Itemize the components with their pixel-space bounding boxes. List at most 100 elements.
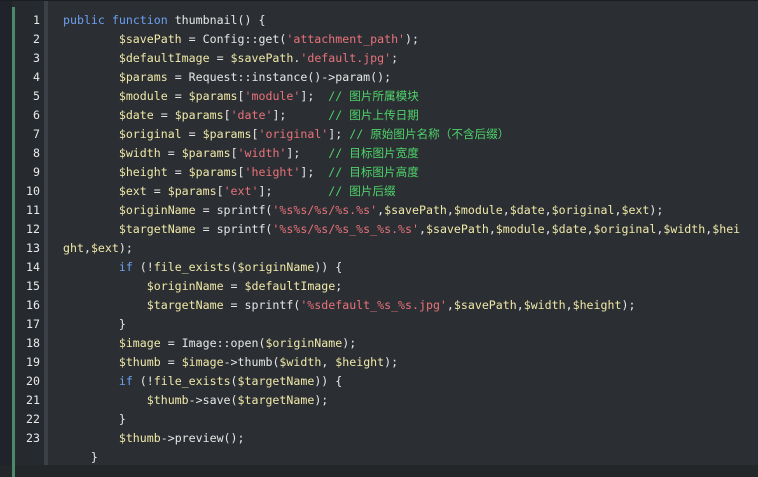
- code-text[interactable]: $targetName = sprintf('%s%s/%s/%s_%s_%s.…: [63, 220, 752, 239]
- code-text[interactable]: $ext = $params['ext']; // 图片后缀: [63, 182, 752, 201]
- code-token: thumbnail() {: [174, 13, 266, 27]
- variable-token: $ext: [118, 184, 147, 198]
- variable-token: $params: [202, 127, 252, 141]
- code-token: }: [90, 450, 98, 464]
- code-line[interactable]: 3 $defaultImage = $savePath.'default.jpg…: [0, 49, 758, 68]
- variable-token: $savePath: [118, 32, 182, 46]
- code-text[interactable]: $savePath = Config::get('attachment_path…: [63, 30, 752, 49]
- code-text[interactable]: public function thumbnail() {: [63, 11, 752, 30]
- code-line[interactable]: 12 $targetName = sprintf('%s%s/%s/%s_%s_…: [0, 220, 758, 239]
- line-number: 3: [33, 51, 40, 65]
- code-line[interactable]: 15 $originName = $defaultImage;: [0, 277, 758, 296]
- code-text[interactable]: if (!file_exists($originName)) {: [63, 258, 752, 277]
- code-line[interactable]: 4 $params = Request::instance()->param()…: [0, 68, 758, 87]
- code-line[interactable]: 19 $thumb = $image->thumb($width, $heigh…: [0, 353, 758, 372]
- code-line[interactable]: 20 if (!file_exists($targetName)) {: [0, 372, 758, 391]
- code-line[interactable]: 13 ght,$ext);: [0, 239, 758, 258]
- line-number: 9: [33, 165, 40, 179]
- code-line[interactable]: 22 }: [0, 410, 758, 429]
- code-token: [: [237, 165, 245, 179]
- code-token: = sprintf(: [195, 203, 273, 217]
- variable-token: $original: [118, 127, 182, 141]
- variable-token: $savePath: [453, 298, 517, 312]
- code-text[interactable]: $original = $params['original']; // 原始图片…: [63, 125, 752, 144]
- code-line[interactable]: 2 $savePath = Config::get('attachment_pa…: [0, 30, 758, 49]
- code-token: );: [384, 355, 399, 369]
- code-text[interactable]: ght,$ext);: [63, 239, 752, 258]
- code-token: ];: [272, 108, 329, 122]
- variable-token: $original: [551, 203, 615, 217]
- code-text[interactable]: $thumb = $image->thumb($width, $height);: [63, 353, 752, 372]
- code-line[interactable]: 8 $width = $params['width']; // 目标图片宽度: [0, 144, 758, 163]
- code-line[interactable]: 7 $original = $params['original']; // 原始…: [0, 125, 758, 144]
- line-number: 20: [26, 374, 40, 388]
- code-text[interactable]: $height = $params['height']; // 目标图片高度: [63, 163, 752, 182]
- variable-token: $module: [118, 89, 168, 103]
- code-text[interactable]: $image = Image::open($originName);: [63, 334, 752, 353]
- code-token: ,: [446, 298, 454, 312]
- code-token: =: [160, 146, 182, 160]
- code-token: )) {: [314, 260, 343, 274]
- code-text[interactable]: }: [63, 410, 752, 429]
- code-text[interactable]: $originName = sprintf('%s%s/%s/%s.%s',$s…: [63, 201, 752, 220]
- code-token: (!: [132, 374, 154, 388]
- code-text[interactable]: $defaultImage = $savePath.'default.jpg';: [63, 49, 752, 68]
- code-token: }: [118, 412, 126, 426]
- code-text[interactable]: $thumb->save($targetName);: [63, 391, 752, 410]
- variable-token: $image: [181, 355, 224, 369]
- code-token: ;: [335, 279, 343, 293]
- code-token: = Image::open(: [160, 336, 266, 350]
- line-number: 7: [33, 127, 40, 141]
- code-text[interactable]: }: [63, 448, 752, 467]
- code-lines[interactable]: 1 public function thumbnail() {2 $savePat…: [0, 11, 758, 467]
- variable-token: $module: [453, 203, 503, 217]
- code-token: =: [209, 51, 231, 65]
- code-text[interactable]: $thumb->preview();: [63, 429, 752, 448]
- variable-token: $date: [118, 108, 154, 122]
- code-token: );: [342, 336, 357, 350]
- code-text[interactable]: $params = Request::instance()->param();: [63, 68, 752, 87]
- string-token: '%sdefault_%s_%s.jpg': [300, 298, 447, 312]
- line-number: 21: [26, 393, 40, 407]
- code-line[interactable]: 21 $thumb->save($targetName);: [0, 391, 758, 410]
- code-line[interactable]: 6 $date = $params['date']; // 图片上传日期: [0, 106, 758, 125]
- code-text[interactable]: if (!file_exists($targetName)) {: [63, 372, 752, 391]
- variable-token: $thumb: [118, 355, 161, 369]
- code-text[interactable]: }: [63, 315, 752, 334]
- code-text[interactable]: $date = $params['date']; // 图片上传日期: [63, 106, 752, 125]
- code-line[interactable]: 16 $targetName = sprintf('%sdefault_%s_%…: [0, 296, 758, 315]
- code-line[interactable]: 17 }: [0, 315, 758, 334]
- code-text[interactable]: $targetName = sprintf('%sdefault_%s_%s.j…: [63, 296, 752, 315]
- line-number: 6: [33, 108, 40, 122]
- comment-token: // 目标图片宽度: [328, 146, 419, 160]
- code-token: ];: [286, 146, 329, 160]
- line-number: 12: [26, 222, 40, 236]
- string-token: '%s%s/%s/%s_%s_%s.%s': [272, 222, 419, 236]
- string-token: 'width': [237, 146, 287, 160]
- variable-token: $originName: [237, 260, 315, 274]
- code-token: ,: [565, 298, 573, 312]
- code-text[interactable]: $originName = $defaultImage;: [63, 277, 752, 296]
- line-number: 10: [26, 184, 40, 198]
- code-line[interactable]: 11 $originName = sprintf('%s%s/%s/%s.%s'…: [0, 201, 758, 220]
- code-text[interactable]: $width = $params['width']; // 目标图片宽度: [63, 144, 752, 163]
- code-token: = Request::instance()->param();: [167, 70, 392, 84]
- code-text[interactable]: $module = $params['module']; // 图片所属模块: [63, 87, 752, 106]
- code-editor[interactable]: 1 public function thumbnail() {2 $savePat…: [0, 0, 758, 477]
- code-line[interactable]: }: [0, 448, 758, 467]
- variable-token: $params: [118, 70, 168, 84]
- code-line[interactable]: 18 $image = Image::open($originName);: [0, 334, 758, 353]
- code-line[interactable]: 23 $thumb->preview();: [0, 429, 758, 448]
- code-token: = Config::get(: [181, 32, 287, 46]
- code-token: );: [621, 298, 636, 312]
- code-line[interactable]: 1 public function thumbnail() {: [0, 11, 758, 30]
- variable-token: $originName: [265, 336, 343, 350]
- code-line[interactable]: 9 $height = $params['height']; // 目标图片高度: [0, 163, 758, 182]
- code-line[interactable]: 10 $ext = $params['ext']; // 图片后缀: [0, 182, 758, 201]
- variable-token: $savePath: [230, 51, 294, 65]
- line-number: 19: [26, 355, 40, 369]
- code-line[interactable]: 14 if (!file_exists($originName)) {: [0, 258, 758, 277]
- code-token: [: [237, 89, 245, 103]
- comment-token: // 图片后缀: [328, 184, 396, 198]
- code-line[interactable]: 5 $module = $params['module']; // 图片所属模块: [0, 87, 758, 106]
